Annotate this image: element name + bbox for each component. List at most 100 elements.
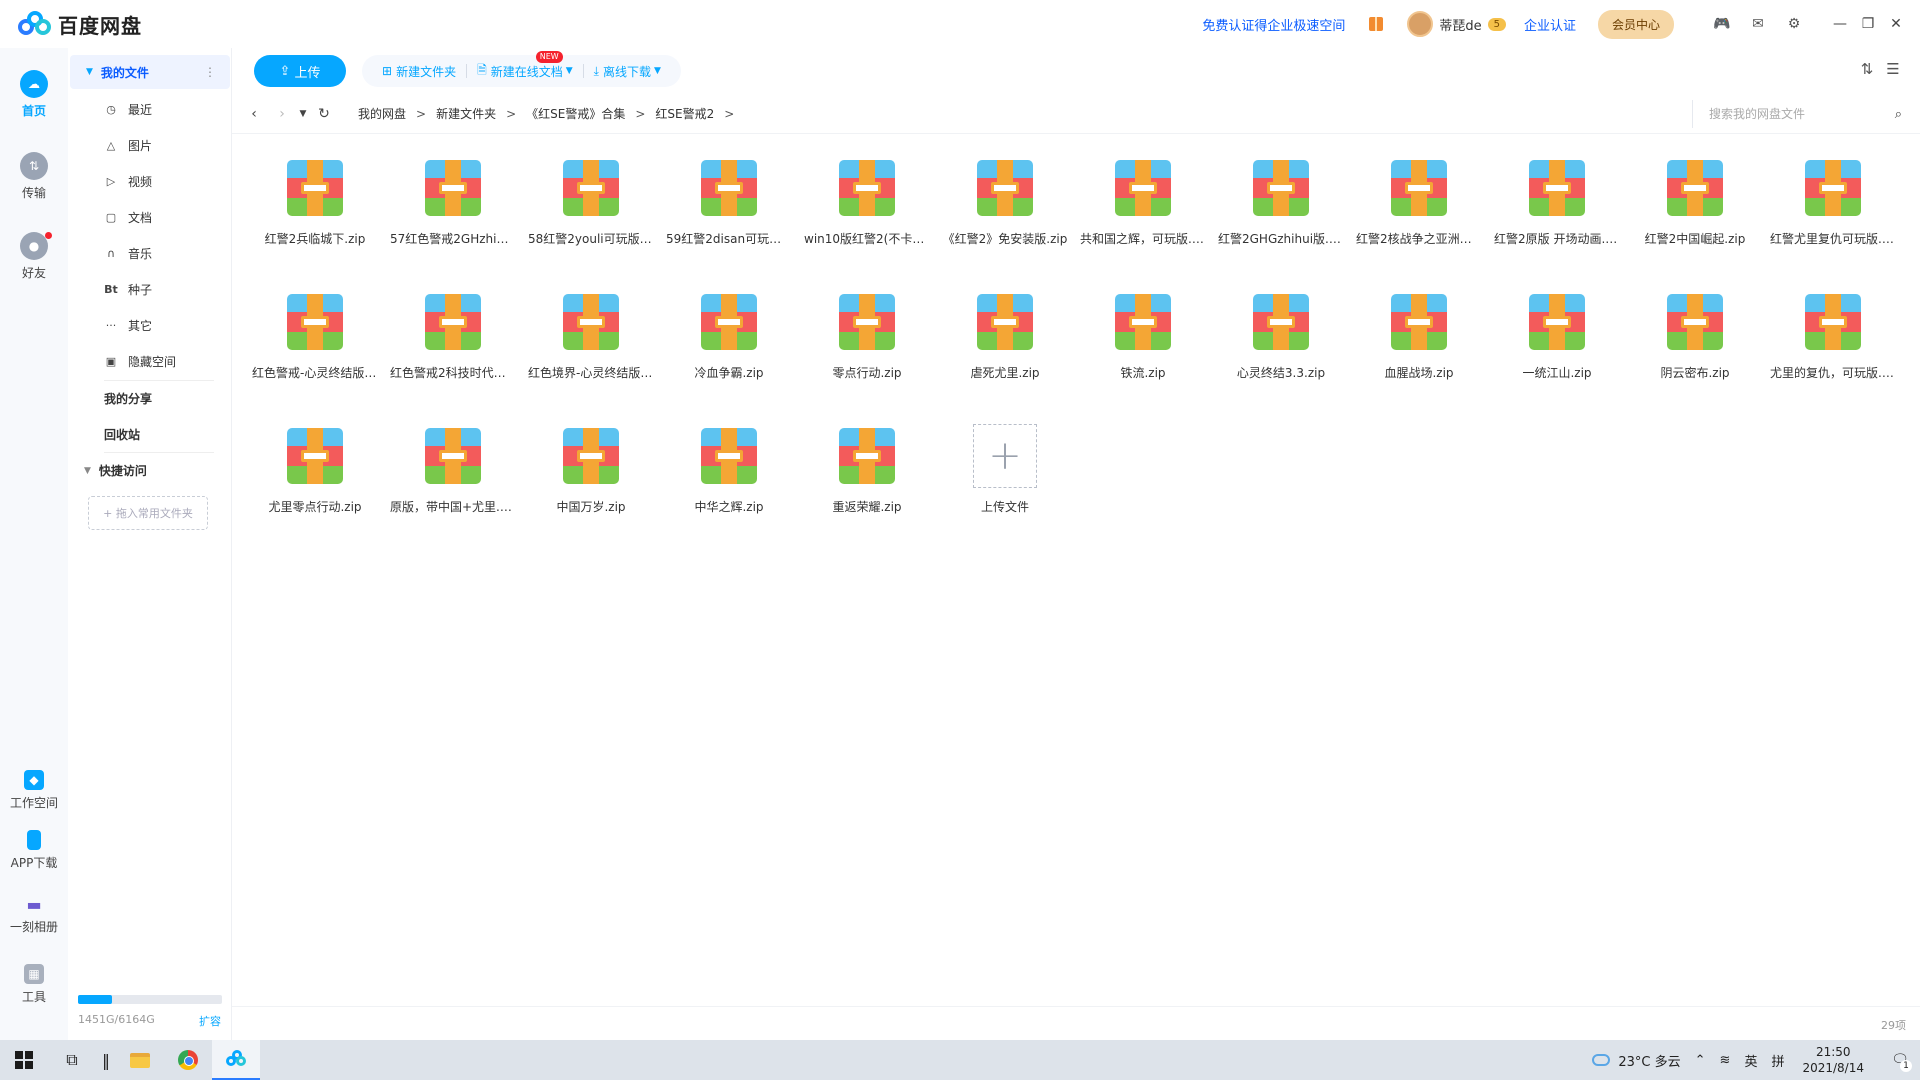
- offline-download-button[interactable]: ⤓ 离线下载 ▼: [584, 55, 671, 87]
- close-button[interactable]: ✕: [1882, 0, 1910, 48]
- file-item[interactable]: 红警尤里复仇可玩版.zip: [1764, 152, 1902, 286]
- file-item[interactable]: 红警2核战争之亚洲版.zip: [1350, 152, 1488, 286]
- rail-item-friends[interactable]: ● 好友: [0, 232, 68, 281]
- mail-icon[interactable]: ✉: [1740, 0, 1776, 48]
- task-view-icon[interactable]: ⧉: [48, 1040, 96, 1080]
- sort-icon[interactable]: ⇅: [1854, 60, 1880, 78]
- weather-cloud-icon[interactable]: [1592, 1054, 1611, 1066]
- start-button[interactable]: [0, 1040, 48, 1080]
- file-item[interactable]: 血腥战场.zip: [1350, 286, 1488, 420]
- sidebar-item-documents[interactable]: ▢ 文档: [104, 204, 152, 230]
- ime-mode-icon[interactable]: 拼: [1771, 1051, 1784, 1070]
- file-item[interactable]: 共和国之辉，可玩版.zip: [1074, 152, 1212, 286]
- username[interactable]: 蒂琵de: [1439, 15, 1481, 34]
- notification-center-icon[interactable]: 🗨 1: [1880, 1052, 1920, 1072]
- file-item[interactable]: 红警2中国崛起.zip: [1626, 152, 1764, 286]
- weather-text[interactable]: 23°C 多云: [1618, 1051, 1680, 1070]
- back-icon[interactable]: ‹: [240, 106, 268, 122]
- rail-item-label: 工具: [21, 990, 46, 1004]
- file-item[interactable]: 重返荣耀.zip: [798, 420, 936, 554]
- upload-file-tile[interactable]: + 上传文件: [936, 420, 1074, 554]
- wifi-icon[interactable]: ≋: [1720, 1053, 1731, 1068]
- rail-item-tools[interactable]: ▦ 工具: [0, 964, 68, 1005]
- folder-plus-icon: ⊞: [382, 64, 393, 78]
- sidebar-item-my-share[interactable]: 我的分享: [104, 390, 152, 407]
- sidebar-item-images[interactable]: △ 图片: [104, 132, 152, 158]
- app-logo[interactable]: 百度网盘: [18, 9, 142, 39]
- sidebar-item-music[interactable]: ∩ 音乐: [104, 240, 152, 266]
- sidebar-item-recent[interactable]: ◷ 最近: [104, 96, 152, 122]
- file-item[interactable]: 原版，带中国+尤里.zip: [384, 420, 522, 554]
- file-item[interactable]: 尤里零点行动.zip: [246, 420, 384, 554]
- expand-storage-link[interactable]: 扩容: [199, 1013, 221, 1029]
- file-item[interactable]: 零点行动.zip: [798, 286, 936, 420]
- rail-item-workspace[interactable]: ◆ 工作空间: [0, 770, 68, 811]
- file-explorer-button[interactable]: [116, 1040, 164, 1080]
- rail-item-transfer[interactable]: ⇅ 传输: [0, 152, 68, 201]
- search-icon[interactable]: ⌕: [1895, 107, 1902, 122]
- avatar[interactable]: [1407, 11, 1434, 37]
- file-item[interactable]: 阴云密布.zip: [1626, 286, 1764, 420]
- restore-button[interactable]: ❐: [1854, 0, 1882, 48]
- ime-language[interactable]: 英: [1744, 1051, 1757, 1070]
- sidebar-item-videos[interactable]: ▷ 视频: [104, 168, 152, 194]
- upload-icon: ⇪: [279, 63, 291, 79]
- refresh-icon[interactable]: ↻: [310, 106, 338, 122]
- rail-item-album[interactable]: ▬ 一刻相册: [0, 894, 68, 935]
- member-center-button[interactable]: 会员中心: [1597, 9, 1674, 39]
- file-item[interactable]: 心灵终结3.3.zip: [1212, 286, 1350, 420]
- new-online-doc-button[interactable]: 🗎 新建在线文档 ▼ NEW: [467, 51, 583, 87]
- file-item[interactable]: 红警2原版 开场动画.zip: [1488, 152, 1626, 286]
- sidebar-item-hidden-space[interactable]: ▣ 隐藏空间: [104, 348, 176, 374]
- breadcrumb-item[interactable]: 我的网盘: [358, 105, 406, 122]
- rail-item-home[interactable]: ☁ 首页: [0, 70, 68, 119]
- file-item[interactable]: 59红警2disan可玩版.zip: [660, 152, 798, 286]
- sidebar-quick-access[interactable]: ▼ 快捷访问: [84, 462, 147, 479]
- file-item[interactable]: 冷血争霸.zip: [660, 286, 798, 420]
- file-item[interactable]: 红色警戒2科技时代版.zip: [384, 286, 522, 420]
- minimize-button[interactable]: —: [1826, 0, 1854, 48]
- rail-item-app-download[interactable]: APP下载: [0, 830, 68, 871]
- sidebar-item-recycle-bin[interactable]: 回收站: [104, 426, 140, 443]
- quick-access-drop-zone[interactable]: + 拖入常用文件夹: [88, 496, 208, 530]
- chrome-button[interactable]: [164, 1040, 212, 1080]
- enterprise-promo-link[interactable]: 免费认证得企业极速空间: [1202, 15, 1345, 34]
- search-input[interactable]: [1709, 107, 1869, 121]
- file-name: 红警2中国崛起.zip: [1644, 232, 1746, 246]
- file-item[interactable]: 红色境界-心灵终结版.zip: [522, 286, 660, 420]
- more-vertical-icon[interactable]: ⋮: [204, 65, 216, 79]
- unread-dot: [45, 232, 52, 239]
- file-item[interactable]: 红警2GHGzhihui版.zip: [1212, 152, 1350, 286]
- file-item[interactable]: 红警2兵临城下.zip: [246, 152, 384, 286]
- file-item[interactable]: 《红警2》免安装版.zip: [936, 152, 1074, 286]
- forward-icon[interactable]: ›: [268, 106, 296, 122]
- settings-gear-icon[interactable]: ⚙: [1776, 0, 1812, 48]
- file-item[interactable]: 虐死尤里.zip: [936, 286, 1074, 420]
- upload-button[interactable]: ⇪ 上传: [254, 55, 346, 87]
- file-name: 红警尤里复仇可玩版.zip: [1770, 232, 1896, 246]
- file-item[interactable]: 尤里的复仇，可玩版.zip: [1764, 286, 1902, 420]
- chevron-up-icon[interactable]: ⌃: [1695, 1053, 1706, 1068]
- baidu-netdisk-taskbar-button[interactable]: [212, 1040, 260, 1080]
- file-item[interactable]: 铁流.zip: [1074, 286, 1212, 420]
- enterprise-auth-link[interactable]: 企业认证: [1524, 15, 1576, 34]
- breadcrumb-item[interactable]: 《红SE警戒》合集: [526, 105, 625, 122]
- file-item[interactable]: 57红色警戒2GHzhihui.zip: [384, 152, 522, 286]
- sidebar-item-others[interactable]: ··· 其它: [104, 312, 152, 338]
- new-folder-button[interactable]: ⊞ 新建文件夹: [372, 55, 466, 87]
- history-dropdown-icon[interactable]: ▼: [296, 109, 310, 119]
- sidebar-item-torrents[interactable]: Bt 种子: [104, 276, 152, 302]
- file-item[interactable]: win10版红警2(不卡版).zip: [798, 152, 936, 286]
- game-icon[interactable]: 🎮: [1704, 0, 1740, 48]
- clock[interactable]: 21:50 2021/8/14: [1802, 1044, 1864, 1076]
- file-item[interactable]: 58红警2youli可玩版.zip: [522, 152, 660, 286]
- file-item[interactable]: 红色警戒-心灵终结版.zip: [246, 286, 384, 420]
- gift-icon[interactable]: [1369, 17, 1384, 31]
- list-view-icon[interactable]: ☰: [1880, 60, 1906, 78]
- sidebar-item-my-files[interactable]: ▼ 我的文件 ⋮: [70, 55, 230, 89]
- breadcrumb-item[interactable]: 新建文件夹: [436, 105, 496, 122]
- file-item[interactable]: 一统江山.zip: [1488, 286, 1626, 420]
- file-item[interactable]: 中国万岁.zip: [522, 420, 660, 554]
- file-item[interactable]: 中华之辉.zip: [660, 420, 798, 554]
- breadcrumb-item[interactable]: 红SE警戒2: [655, 105, 714, 122]
